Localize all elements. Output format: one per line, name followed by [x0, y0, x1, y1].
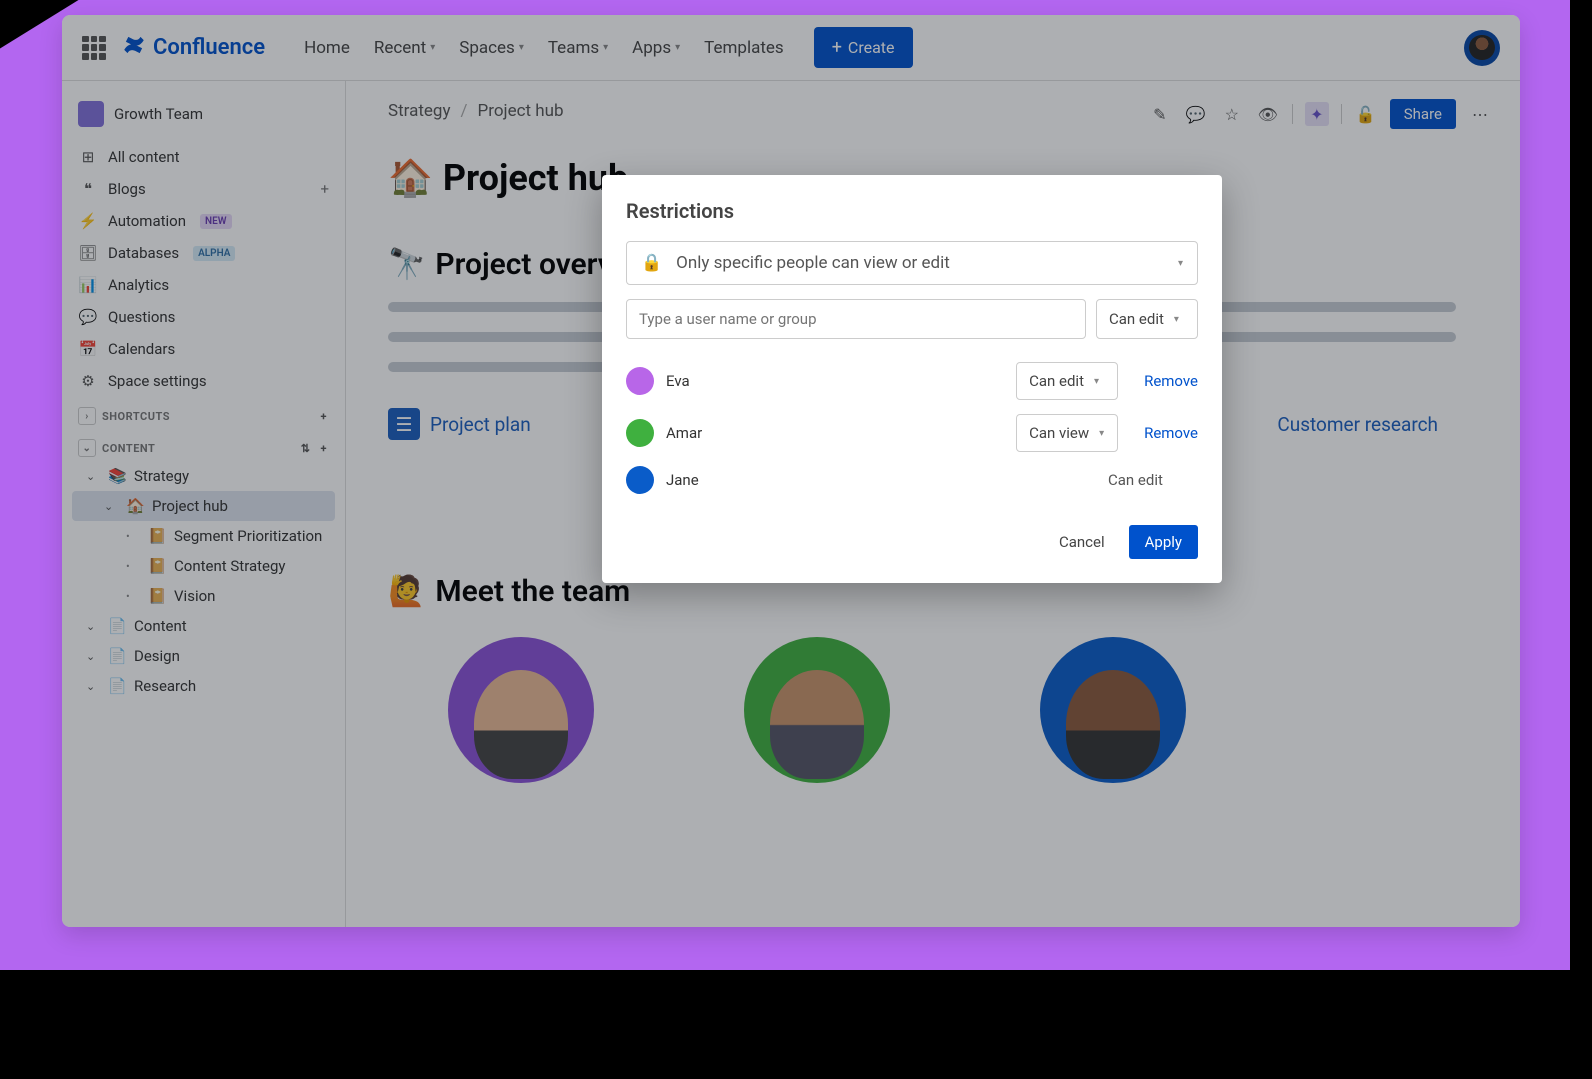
user-permission-row: Amar Can view▾ Remove: [626, 407, 1198, 459]
remove-user-link[interactable]: Remove: [1144, 424, 1198, 442]
chevron-down-icon: ▾: [1178, 258, 1183, 269]
user-avatar: [626, 466, 654, 494]
user-search-input[interactable]: [626, 299, 1086, 339]
permission-label: Can edit: [1096, 471, 1198, 489]
cancel-button[interactable]: Cancel: [1049, 525, 1115, 559]
user-name: Jane: [666, 471, 1084, 489]
apply-button[interactable]: Apply: [1129, 525, 1198, 559]
chevron-down-icon: ▾: [1094, 376, 1099, 387]
chevron-down-icon: ▾: [1099, 428, 1104, 439]
lock-icon: 🔒: [641, 253, 662, 273]
chevron-down-icon: ▾: [1174, 314, 1179, 325]
permission-select[interactable]: Can edit ▾: [1096, 299, 1198, 339]
user-permission-row: Jane Can edit: [626, 459, 1198, 501]
user-avatar: [626, 367, 654, 395]
app-window: Confluence HomeRecent▾Spaces▾Teams▾Apps▾…: [62, 15, 1520, 927]
user-avatar: [626, 419, 654, 447]
user-permission-row: Eva Can edit▾ Remove: [626, 355, 1198, 407]
modal-title: Restrictions: [626, 199, 1198, 223]
restriction-mode-select[interactable]: 🔒 Only specific people can view or edit …: [626, 241, 1198, 285]
restrictions-modal: Restrictions 🔒 Only specific people can …: [602, 175, 1222, 583]
remove-user-link[interactable]: Remove: [1144, 372, 1198, 390]
user-name: Amar: [666, 424, 1004, 442]
permission-select[interactable]: Can edit▾: [1016, 362, 1118, 400]
user-name: Eva: [666, 372, 1004, 390]
mode-label: Only specific people can view or edit: [676, 253, 950, 273]
permission-select[interactable]: Can view▾: [1016, 414, 1118, 452]
